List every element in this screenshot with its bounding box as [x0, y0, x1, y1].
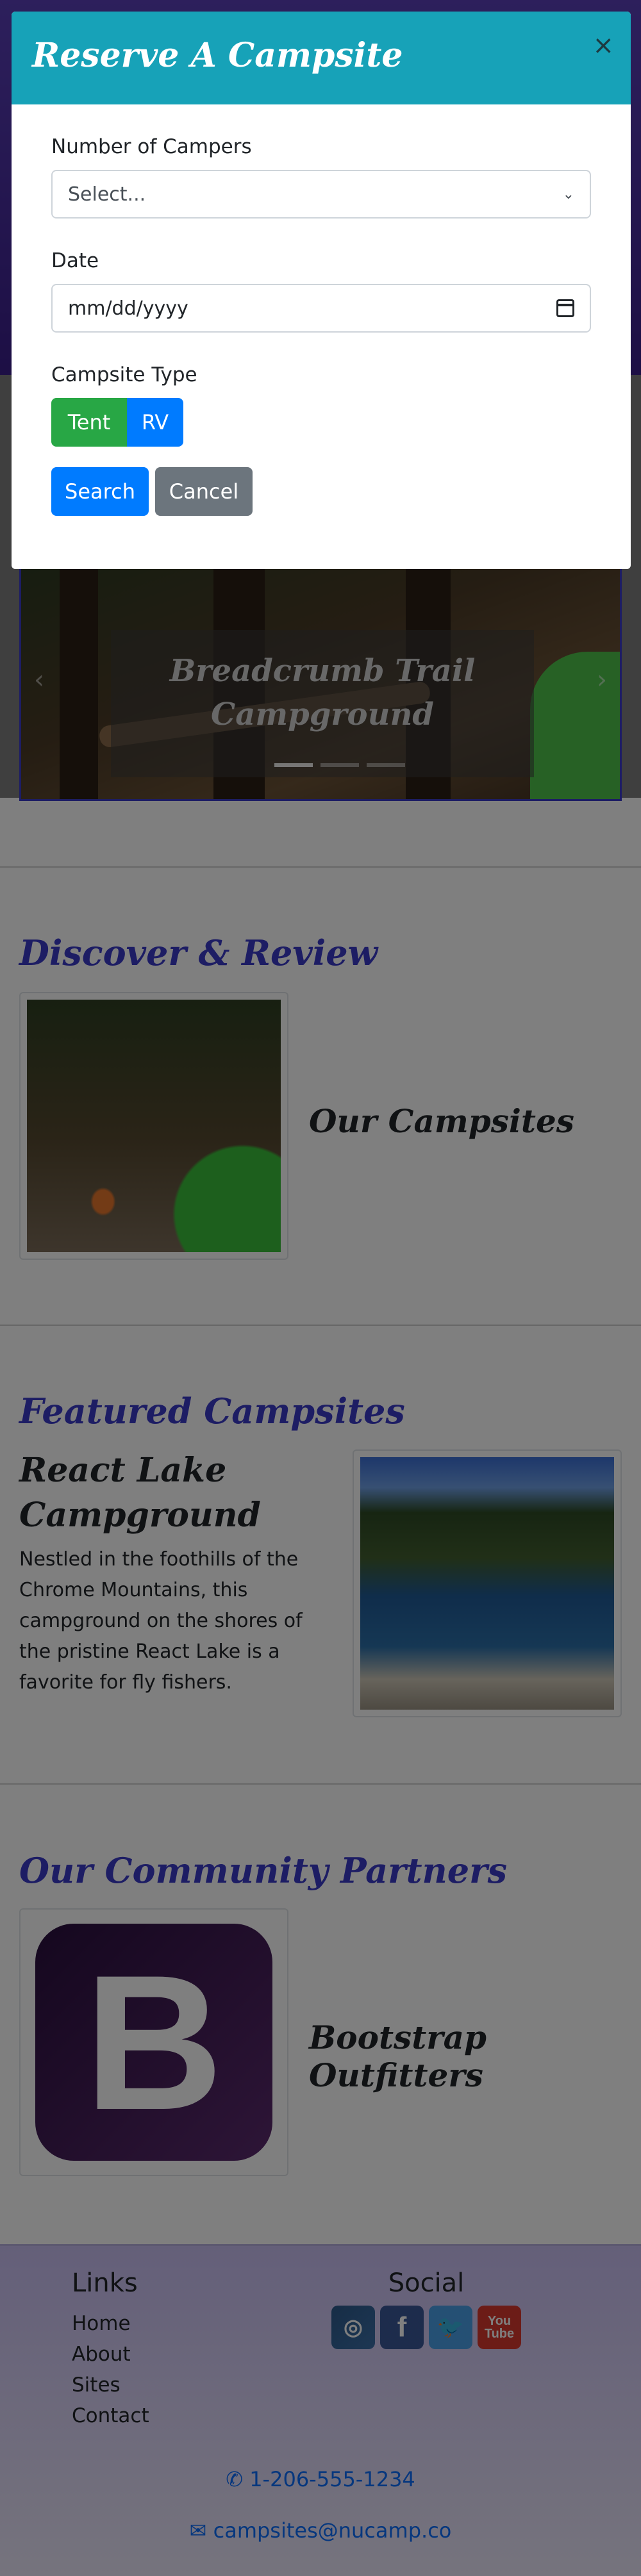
modal-title: Reserve A Campsite	[32, 36, 403, 75]
modal-actions: Search Cancel	[51, 467, 591, 516]
reserve-modal: Reserve A Campsite × Number of Campers S…	[12, 12, 631, 569]
modal-body: Number of Campers Select... ⌄ Date mm/dd…	[12, 135, 631, 516]
campers-select-value: Select...	[68, 183, 146, 206]
search-button[interactable]: Search	[51, 467, 149, 516]
campsite-type-label: Campsite Type	[51, 363, 197, 386]
cancel-button[interactable]: Cancel	[155, 467, 253, 516]
modal-header: Reserve A Campsite ×	[12, 12, 631, 104]
tent-option-button[interactable]: Tent	[51, 398, 127, 447]
date-input-value: mm/dd/yyyy	[68, 297, 188, 320]
calendar-icon[interactable]	[556, 299, 574, 317]
close-icon[interactable]: ×	[592, 31, 614, 60]
date-input[interactable]: mm/dd/yyyy	[51, 284, 591, 333]
campers-select[interactable]: Select... ⌄	[51, 170, 591, 219]
rv-option-button[interactable]: RV	[127, 398, 183, 447]
chevron-down-icon: ⌄	[562, 186, 574, 202]
campsite-type-toggle: Tent RV	[51, 398, 591, 447]
date-label: Date	[51, 249, 99, 272]
campers-label: Number of Campers	[51, 135, 252, 158]
